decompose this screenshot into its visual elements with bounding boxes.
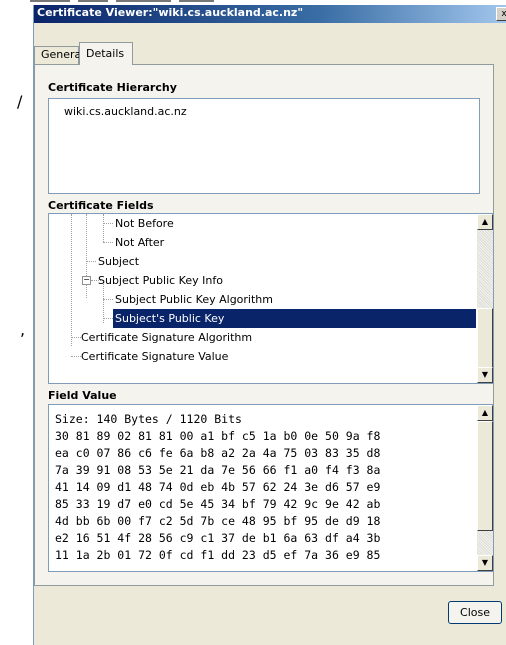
- value-line: Size: 140 Bytes / 1120 Bits: [55, 412, 242, 426]
- field-label: Subject's Public Key: [115, 312, 225, 325]
- value-line: 4d bb 6b 00 f7 c2 5d 7b ce 48 95 bf 95 d…: [55, 514, 381, 528]
- field-value-scrollbar[interactable]: ▲ ▼: [477, 405, 493, 571]
- value-line: ea c0 07 86 c6 fe 6a b8 a2 2a 4a 75 03 8…: [55, 446, 381, 460]
- field-item[interactable]: Subject Public Key Algorithm: [115, 290, 273, 309]
- field-label: Subject Public Key Info: [98, 274, 223, 287]
- hierarchy-item[interactable]: wiki.cs.auckland.ac.nz: [64, 105, 187, 118]
- background-window-strip: [30, 0, 280, 3]
- field-label: Subject: [98, 255, 140, 268]
- field-item[interactable]: Certificate Signature Algorithm: [81, 328, 252, 347]
- field-item[interactable]: Subject Public Key Info: [98, 271, 223, 290]
- field-label: Not Before: [115, 217, 174, 230]
- scroll-down-icon[interactable]: ▼: [477, 367, 493, 383]
- scroll-down-icon[interactable]: ▼: [477, 555, 493, 571]
- fields-heading: Certificate Fields: [48, 199, 154, 212]
- value-line: 41 14 09 d1 48 74 0d eb 4b 57 62 24 3e d…: [55, 480, 381, 494]
- collapse-icon[interactable]: −: [82, 276, 91, 285]
- hierarchy-heading: Certificate Hierarchy: [48, 81, 177, 94]
- field-label: Subject Public Key Algorithm: [115, 293, 273, 306]
- hierarchy-tree[interactable]: wiki.cs.auckland.ac.nz: [48, 98, 480, 194]
- tab-label: Details: [86, 47, 125, 60]
- window-title: Certificate Viewer:"wiki.cs.auckland.ac.…: [37, 6, 304, 19]
- value-line: e2 16 51 4f 28 56 c9 c1 37 de b1 6a 63 d…: [55, 531, 381, 545]
- field-label: Certificate Signature Value: [81, 350, 229, 363]
- details-panel: Certificate Hierarchy wiki.cs.auckland.a…: [34, 64, 494, 586]
- close-window-icon[interactable]: x: [496, 7, 506, 21]
- field-item[interactable]: Certificate Signature Value: [81, 347, 228, 366]
- field-value-heading: Field Value: [48, 389, 117, 402]
- fields-tree[interactable]: Not Before Not After Subject − Subject P…: [48, 213, 494, 384]
- title-bar[interactable]: Certificate Viewer:"wiki.cs.auckland.ac.…: [34, 5, 506, 23]
- background-glyph: ,: [20, 320, 26, 339]
- field-item-selected[interactable]: Subject's Public Key: [113, 309, 476, 328]
- fields-scrollbar[interactable]: ▲ ▼: [477, 214, 493, 383]
- field-item[interactable]: Not After: [115, 233, 164, 252]
- field-item[interactable]: Not Before: [115, 214, 174, 233]
- scroll-up-icon[interactable]: ▲: [477, 405, 493, 421]
- value-line: 30 81 89 02 81 81 00 a1 bf c5 1a b0 0e 5…: [55, 429, 381, 443]
- field-label: Certificate Signature Algorithm: [81, 331, 253, 344]
- certificate-viewer-dialog: Certificate Viewer:"wiki.cs.auckland.ac.…: [33, 5, 506, 645]
- value-line: 7a 39 91 08 53 5e 21 da 7e 56 66 f1 a0 f…: [55, 463, 381, 477]
- field-item[interactable]: Subject: [98, 252, 139, 271]
- tab-label: General: [41, 48, 85, 61]
- close-button[interactable]: Close: [448, 601, 502, 624]
- value-line: 11 1a 2b 01 72 0f cd f1 dd 23 d5 ef 7a 3…: [55, 548, 381, 562]
- background-glyph: /: [17, 92, 23, 111]
- field-label: Not After: [115, 236, 165, 249]
- scroll-up-icon[interactable]: ▲: [477, 214, 493, 230]
- scroll-thumb[interactable]: [477, 308, 493, 368]
- value-line: 85 33 19 d7 e0 cd 5e 45 34 bf 79 42 9c 9…: [55, 497, 381, 511]
- tab-details[interactable]: Details: [79, 42, 133, 65]
- field-value-text[interactable]: Size: 140 Bytes / 1120 Bits 30 81 89 02 …: [48, 404, 494, 572]
- scroll-thumb[interactable]: [477, 421, 493, 531]
- tab-general[interactable]: General: [34, 46, 84, 64]
